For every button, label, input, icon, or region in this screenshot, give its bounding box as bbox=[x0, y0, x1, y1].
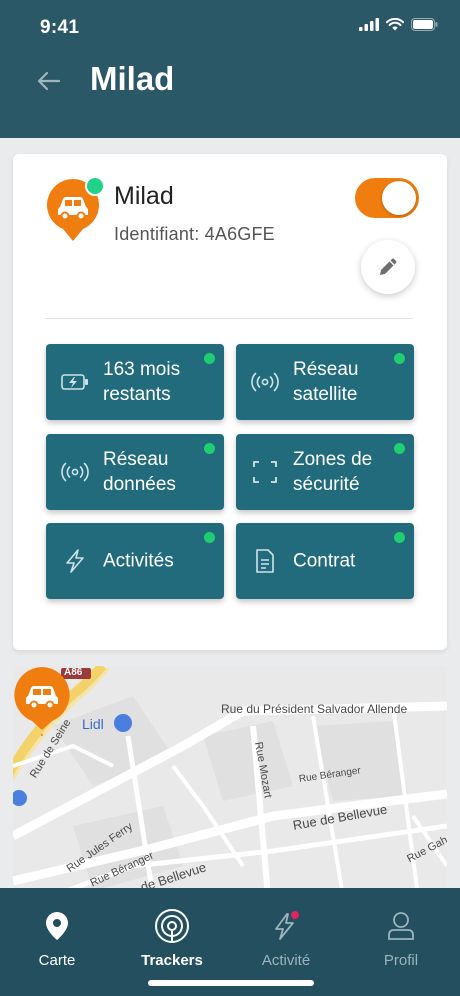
arrow-left-icon bbox=[37, 71, 61, 91]
status-dot bbox=[204, 532, 215, 543]
online-status-dot bbox=[85, 176, 105, 196]
status-dot bbox=[204, 443, 215, 454]
nav-label: Profil bbox=[383, 952, 419, 969]
tile-contract[interactable]: Contrat bbox=[236, 523, 414, 599]
tile-remaining-months[interactable]: 163 mois restants bbox=[46, 344, 224, 420]
status-dot bbox=[394, 353, 405, 364]
bolt-icon bbox=[270, 908, 302, 944]
map-label-lidl: Lidl bbox=[82, 716, 104, 732]
nav-item-trackers[interactable]: Trackers bbox=[126, 908, 218, 970]
status-dot bbox=[394, 443, 405, 454]
tile-safety-zones[interactable]: Zones de sécurité bbox=[236, 434, 414, 510]
nav-item-activite[interactable]: Activité bbox=[240, 908, 332, 970]
status-bar: 9:41 bbox=[0, 0, 460, 56]
nav-item-carte[interactable]: Carte bbox=[11, 908, 103, 970]
tile-data-network[interactable]: Réseau données bbox=[46, 434, 224, 510]
tile-label: Activités bbox=[103, 550, 174, 572]
tile-label: Réseau données bbox=[103, 449, 176, 495]
page-title: Milad bbox=[90, 60, 175, 97]
car-marker-icon[interactable] bbox=[13, 666, 71, 736]
tracker-name: Milad bbox=[114, 182, 174, 210]
signal-icon bbox=[60, 457, 90, 487]
app-header: 9:41 Milad bbox=[0, 0, 460, 138]
notification-dot bbox=[291, 911, 299, 919]
bolt-icon bbox=[60, 546, 90, 576]
broadcast-icon bbox=[154, 908, 190, 944]
status-dot bbox=[394, 532, 405, 543]
signal-icon bbox=[250, 367, 280, 397]
status-dot bbox=[204, 353, 215, 364]
tracker-card: Milad Identifiant: 4A6GFE 163 mois resta… bbox=[13, 154, 447, 650]
nav-label: Trackers bbox=[141, 952, 203, 969]
tracker-toggle[interactable] bbox=[355, 178, 419, 218]
wifi-icon bbox=[386, 18, 404, 31]
user-icon bbox=[387, 908, 415, 944]
edit-button[interactable] bbox=[361, 240, 415, 294]
pencil-icon bbox=[380, 258, 397, 275]
home-indicator bbox=[148, 980, 314, 986]
zone-frame-icon bbox=[250, 457, 280, 487]
map-view[interactable]: A86 Lidl Rue du Président Salvador Allen… bbox=[13, 666, 447, 896]
document-icon bbox=[250, 546, 280, 576]
tile-activities[interactable]: Activités bbox=[46, 523, 224, 599]
tile-label: Zones de sécurité bbox=[293, 449, 373, 495]
tracker-identifier: Identifiant: 4A6GFE bbox=[114, 224, 275, 244]
divider bbox=[45, 318, 413, 319]
cellular-signal-icon bbox=[359, 18, 379, 31]
tile-satellite-network[interactable]: Réseau satellite bbox=[236, 344, 414, 420]
toggle-knob bbox=[382, 181, 416, 215]
map-pin-icon bbox=[45, 908, 69, 944]
map-label-president: Rue du Président Salvador Allende bbox=[221, 702, 408, 716]
tile-label: Contrat bbox=[293, 550, 356, 572]
back-button[interactable] bbox=[34, 66, 64, 96]
battery-charging-icon bbox=[60, 367, 90, 397]
battery-icon bbox=[411, 18, 438, 31]
tile-label: Réseau satellite bbox=[293, 359, 359, 405]
nav-item-profil[interactable]: Profil bbox=[355, 908, 447, 970]
nav-label: Activité bbox=[261, 952, 311, 969]
tile-label: 163 mois restants bbox=[103, 359, 181, 405]
nav-label: Carte bbox=[38, 952, 76, 969]
status-icons bbox=[359, 18, 438, 31]
status-time: 9:41 bbox=[40, 17, 80, 38]
